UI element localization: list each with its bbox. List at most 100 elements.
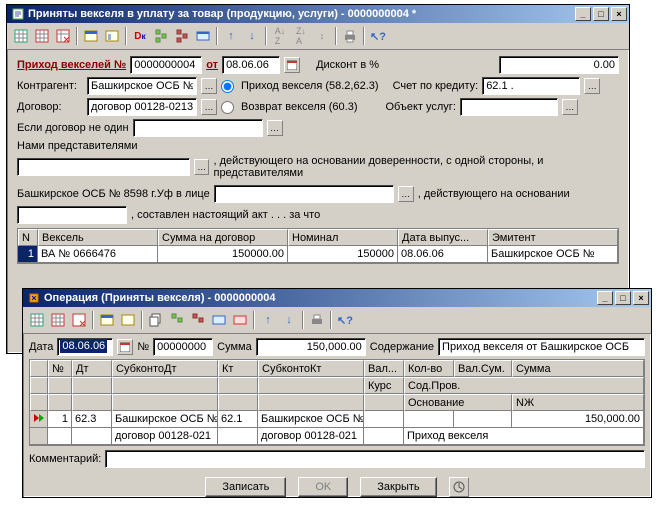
tb-tree1-icon[interactable] (151, 26, 171, 46)
doc-date-input[interactable] (222, 56, 280, 74)
radio-vozvrat[interactable] (221, 101, 234, 114)
tb-up-icon[interactable]: ↑ (258, 310, 278, 330)
obj-input[interactable] (460, 98, 558, 116)
comment-input[interactable] (105, 450, 645, 468)
col-n: N (18, 229, 38, 246)
tb-tree1-icon[interactable] (167, 310, 187, 330)
deist1-label: , действующего на основании доверенности… (213, 155, 619, 179)
op-cont-label: Содержание (370, 341, 434, 353)
op-grid[interactable]: № Дт СубконтоДт Кт СубконтоКт Вал... Кол… (29, 359, 645, 446)
op-row[interactable]: договор 00128-021 договор 00128-021 Прих… (30, 428, 644, 445)
save-button[interactable]: Записать (205, 477, 286, 497)
form-area: Приход векселей № от Дисконт в % Контраг… (7, 50, 629, 270)
doc-number-input[interactable] (130, 56, 202, 74)
sostav-label: , составлен настоящий акт . . . за что (131, 209, 320, 221)
tb-down-icon[interactable]: ↓ (242, 26, 262, 46)
prihod-link[interactable]: Приход векселей № (17, 59, 126, 71)
veksel-grid[interactable]: N Вексель Сумма на договор Номинал Дата … (17, 228, 619, 264)
sostav-input[interactable] (17, 206, 127, 224)
tb-form1-icon[interactable] (81, 26, 101, 46)
col-veksel: Вексель (38, 229, 158, 246)
tb-grid1-icon[interactable] (27, 310, 47, 330)
action-icon[interactable] (449, 477, 469, 497)
minimize-button[interactable]: _ (575, 7, 591, 21)
dogovor-label: Договор: (17, 101, 83, 113)
nami-input[interactable] (17, 158, 190, 176)
ok-button[interactable]: OK (298, 477, 348, 497)
lookup-icon[interactable]: … (201, 99, 217, 115)
tb-grid3-icon[interactable] (53, 26, 73, 46)
op-sum-label: Сумма (217, 341, 252, 353)
ot-link[interactable]: от (206, 59, 218, 71)
esli-input[interactable] (133, 119, 263, 137)
minimize-button[interactable]: _ (597, 291, 613, 305)
tb-grid1-icon[interactable] (11, 26, 31, 46)
radio-prihod[interactable] (221, 80, 234, 93)
maximize-button[interactable]: □ (593, 7, 609, 21)
lookup-icon[interactable]: … (194, 159, 209, 175)
tb-grid3-icon[interactable] (69, 310, 89, 330)
lookup-icon[interactable]: … (201, 78, 217, 94)
row-marker-icon (30, 411, 48, 428)
op-date-input[interactable]: 08.06.06 (57, 338, 113, 356)
close-form-button[interactable]: Закрыть (360, 477, 436, 497)
tb-copy-icon[interactable] (146, 310, 166, 330)
tb-sort-desc-icon[interactable]: Z↓A (291, 26, 311, 46)
titlebar-1: Приняты векселя в уплату за товар (проду… (7, 5, 629, 23)
tb-tree2-icon[interactable] (172, 26, 192, 46)
toolbar-2: ↑ ↓ ↖? (23, 307, 651, 334)
col-nominal: Номинал (288, 229, 398, 246)
op-form: Дата 08.06.06 № Сумма Содержание № Дт Су… (23, 334, 651, 507)
esli-label: Если договор не один (17, 122, 129, 134)
tb-form2-icon[interactable] (118, 310, 138, 330)
tb-sort-icon[interactable]: ↕ (312, 26, 332, 46)
tb-form1-icon[interactable] (97, 310, 117, 330)
dogovor-input[interactable] (87, 98, 197, 116)
op-num-label: № (137, 341, 149, 353)
tb-down-icon[interactable]: ↓ (279, 310, 299, 330)
lookup-icon[interactable]: … (562, 99, 578, 115)
deist2-label: , действующего на основании (418, 188, 570, 200)
tb-sort-asc-icon[interactable]: A↓Z (270, 26, 290, 46)
tb-grid2-icon[interactable] (32, 26, 52, 46)
tb-help-icon[interactable]: ↖? (368, 26, 388, 46)
col-sum: Сумма на договор (158, 229, 288, 246)
grid-row[interactable]: 1 ВА № 0666476 150000.00 150000 08.06.06… (18, 246, 618, 263)
schet-input[interactable] (482, 77, 580, 95)
close-button[interactable]: × (611, 7, 627, 21)
bank-input[interactable] (214, 185, 394, 203)
tb-up-icon[interactable]: ↑ (221, 26, 241, 46)
titlebar-2: Операция (Приняты векселя) - 0000000004 … (23, 289, 651, 307)
calendar-icon[interactable] (284, 57, 300, 73)
lookup-icon[interactable]: … (267, 120, 283, 136)
calendar-icon[interactable] (117, 339, 133, 355)
tb-card1-icon[interactable] (209, 310, 229, 330)
radio-prihod-label: Приход векселя (58.2,62.3) (241, 80, 379, 92)
comment-label: Комментарий: (29, 453, 101, 465)
col-date: Дата выпус... (398, 229, 488, 246)
kontr-label: Контрагент: (17, 80, 83, 92)
tb-grid2-icon[interactable] (48, 310, 68, 330)
op-sum-input[interactable] (256, 338, 366, 356)
close-button[interactable]: × (633, 291, 649, 305)
maximize-button[interactable]: □ (615, 291, 631, 305)
schet-label: Счет по кредиту: (393, 80, 479, 92)
tb-print-icon[interactable] (340, 26, 360, 46)
kontr-input[interactable] (87, 77, 197, 95)
lookup-icon[interactable]: … (584, 78, 600, 94)
op-row[interactable]: 1 62.3 Башкирское ОСБ № 62.1 Башкирское … (30, 411, 644, 428)
footer-buttons: Записать OK Закрыть (29, 471, 645, 503)
lookup-icon[interactable]: … (398, 186, 414, 202)
op-date-label: Дата (29, 341, 53, 353)
tb-card2-icon[interactable] (230, 310, 250, 330)
discount-input[interactable] (499, 56, 619, 74)
tb-dk-icon[interactable]: Dк (130, 26, 150, 46)
grid-header: N Вексель Сумма на договор Номинал Дата … (18, 229, 618, 246)
op-num-input[interactable] (153, 338, 213, 356)
tb-help-icon[interactable]: ↖? (335, 310, 355, 330)
tb-print-icon[interactable] (307, 310, 327, 330)
tb-tree2-icon[interactable] (188, 310, 208, 330)
tb-card-icon[interactable] (193, 26, 213, 46)
tb-form2-icon[interactable] (102, 26, 122, 46)
op-cont-input[interactable] (438, 338, 645, 356)
